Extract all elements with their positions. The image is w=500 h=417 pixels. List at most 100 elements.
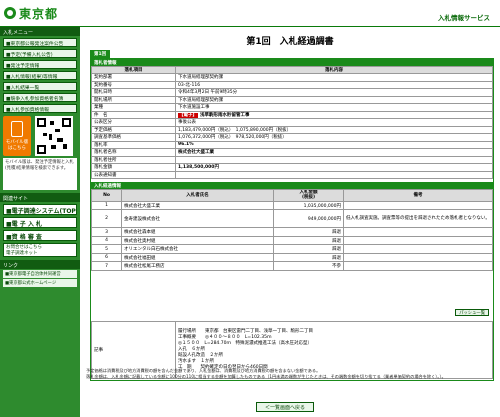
info-value: 96.1% bbox=[175, 140, 493, 149]
info-row: 落札金額 1,138,500,000円 bbox=[91, 163, 493, 172]
info-label: 開札日時 bbox=[91, 88, 176, 97]
info-label: 契約番号 bbox=[91, 80, 176, 89]
round-tab[interactable]: 第1回 bbox=[90, 50, 111, 58]
info-row: 契約番号 03-北-116 bbox=[91, 80, 493, 89]
footnote-amount: 落札金額は、入札金額に記載している金額に100分の110に相当する金額を加算した… bbox=[86, 373, 446, 379]
info-row: 開札場所 下水道局経理部契約課 bbox=[91, 95, 493, 104]
link-official-site[interactable]: ■東京都公式ホームページ bbox=[3, 279, 77, 287]
bid-note bbox=[343, 200, 493, 211]
bid-row: 2 金寿建設株式会社 949,000,000円 低入札調査実施。調査票等の提出を辞退さ… bbox=[91, 209, 493, 229]
bidder-name: 株式会社奥村組 bbox=[121, 235, 274, 246]
e-procurement-link[interactable]: ■電子調達システム(TOP) bbox=[3, 204, 77, 215]
sidebar-item-bid-results[interactable]: ■入札結果一覧 bbox=[3, 82, 77, 91]
bid-col-amount: 入札金額 (税抜) bbox=[273, 189, 344, 202]
phone-icon bbox=[11, 121, 23, 137]
tokyo-logo[interactable]: 東京都 bbox=[4, 6, 59, 21]
service-name: 入札情報サービス bbox=[438, 14, 490, 22]
mobile-button[interactable]: モバイル版 はこちら bbox=[3, 116, 31, 156]
bid-row: 5 オリエンタル白石株式会社 辞退 bbox=[91, 244, 493, 254]
bid-no: 4 bbox=[91, 235, 122, 246]
info-label: 落札金額 bbox=[91, 163, 176, 172]
info-label: 契約部署 bbox=[91, 73, 176, 82]
col-header-content: 落札内容 bbox=[175, 66, 493, 74]
info-value: 1,076,372,000円（税込） 978,520,000円（税抜） bbox=[175, 133, 493, 142]
mobile-note: モバイル版は、発注予定情報と入札(見積)結果情報を検索できます。 bbox=[3, 158, 77, 190]
info-value: 1,138,500,000円 bbox=[175, 163, 493, 172]
bid-note bbox=[343, 227, 493, 237]
bid-note bbox=[343, 252, 493, 263]
bid-no: 3 bbox=[91, 227, 122, 237]
bid-amount: 949,000,000円 bbox=[273, 209, 344, 229]
bid-row: 7 株式会社松尾工務店 不参 bbox=[91, 261, 493, 271]
logo-text: 東京都 bbox=[19, 6, 59, 21]
info-label: 落札者住所 bbox=[91, 155, 176, 164]
bid-col-name: 入札者氏名 bbox=[121, 189, 274, 202]
info-value: 事後公表 bbox=[175, 118, 493, 127]
back-to-list-button[interactable]: ＜一覧画面へ戻る bbox=[256, 402, 314, 412]
info-value: 下水道局経理部契約課 bbox=[175, 73, 493, 82]
mobile-banner[interactable]: モバイル版 はこちら bbox=[3, 116, 77, 156]
info-label: 予定価格 bbox=[91, 125, 176, 134]
info-row: 開札日時 令和4年3月2日 午前9時35分 bbox=[91, 88, 493, 97]
sidebar-item-order-plan[interactable]: ■発注予定情報 bbox=[3, 60, 77, 69]
sidebar-item-preliminary[interactable]: ■予定(予備入札公告) bbox=[3, 49, 77, 58]
info-label: 公表通知書 bbox=[91, 170, 176, 179]
info-value: 03-北-116 bbox=[175, 80, 493, 89]
bid-no: 1 bbox=[91, 200, 122, 211]
bid-amount: 辞退 bbox=[273, 252, 344, 263]
mobile-sub: はこちら bbox=[8, 146, 26, 151]
bid-amount: 辞退 bbox=[273, 235, 344, 246]
link-e-government[interactable]: ■東京都電子自治体共同運営 bbox=[3, 270, 77, 278]
bid-row: 6 株式会社福田組 辞退 bbox=[91, 252, 493, 263]
bid-row: 4 株式会社奥村組 辞退 bbox=[91, 235, 493, 246]
contact-banner[interactable]: お問合せはこちら 電子調達ネット bbox=[3, 243, 77, 257]
bid-row: 1 株式会社大盛工業 1,035,000,000円 bbox=[91, 200, 493, 211]
bid-col-note: 備考 bbox=[343, 189, 493, 202]
bid-amount: 不参 bbox=[273, 261, 344, 271]
info-row: 公表通知書 bbox=[91, 170, 493, 179]
bid-no: 5 bbox=[91, 244, 122, 254]
sidebar-item-qualification[interactable]: ■入札参加資格情報 bbox=[3, 104, 77, 113]
col-header-item: 落札項目 bbox=[91, 66, 176, 74]
bid-note bbox=[343, 235, 493, 246]
sidebar-item-qualified-list[interactable]: ■競争入札参加資格者名簿 bbox=[3, 93, 77, 102]
sidebar: 入札メニュー ■東京都公報発注案件公告 ■予定(予備入札公告) ■発注予定情報 … bbox=[0, 27, 80, 417]
info-row: 予定価格 1,183,479,000円（税込） 1,075,890,000円（税抜… bbox=[91, 125, 493, 134]
bid-note bbox=[343, 261, 493, 271]
info-label: 落札者名称 bbox=[91, 148, 176, 157]
main-content: 第1回 入札経過調書 第1回 落札者情報 落札項目 落札内容 契約部署 下水道局経… bbox=[86, 28, 494, 417]
info-row: 契約部署 下水道局経理部契約課 bbox=[91, 73, 493, 82]
bid-row: 3 株式会社森本組 辞退 bbox=[91, 227, 493, 237]
electronic-tag: 【電子】 bbox=[178, 112, 198, 118]
info-value: 下水道施設工事 bbox=[175, 103, 493, 112]
bid-col-no: No bbox=[91, 189, 122, 202]
info-label: 落札率 bbox=[91, 140, 176, 149]
bid-no: 6 bbox=[91, 252, 122, 263]
info-value: 株式会社大盛工業 bbox=[175, 148, 493, 157]
bid-note bbox=[343, 244, 493, 254]
e-bidding-link[interactable]: ■電 子 入 札 bbox=[3, 217, 77, 228]
bidder-name: 株式会社松尾工務店 bbox=[121, 261, 274, 271]
bid-no: 2 bbox=[91, 209, 122, 229]
site-header: 東京都 入札情報サービス bbox=[0, 0, 500, 27]
info-row: 業種 下水道施設工事 bbox=[91, 103, 493, 112]
info-row: 調査基準価格 1,076,372,000円（税込） 978,520,000円（税抜… bbox=[91, 133, 493, 142]
page-title: 第1回 入札経過調書 bbox=[246, 37, 334, 47]
info-label: 公表区分 bbox=[91, 118, 176, 127]
bid-section-header: 入札経過情報 bbox=[91, 182, 493, 189]
qualification-review-link[interactable]: ■資 格 審 査 bbox=[3, 230, 77, 241]
bidder-name: オリエンタル白石株式会社 bbox=[121, 244, 274, 254]
bidder-list-button[interactable]: パッシュ一覧 bbox=[455, 309, 489, 316]
sidebar-item-public-notice[interactable]: ■東京都公報発注案件公告 bbox=[3, 38, 77, 47]
bidder-name: 株式会社大盛工業 bbox=[121, 200, 274, 211]
info-value: 令和4年3月2日 午前9時35分 bbox=[175, 88, 493, 97]
info-row: 公表区分 事後公表 bbox=[91, 118, 493, 127]
info-value bbox=[175, 155, 493, 164]
info-row: 落札率 96.1% bbox=[91, 140, 493, 149]
bid-amount: 辞退 bbox=[273, 244, 344, 254]
bidder-name: 株式会社森本組 bbox=[121, 227, 274, 237]
winner-table: 落札項目 落札内容 契約部署 下水道局経理部契約課 契約番号 03-北-116 開札日時… bbox=[91, 66, 493, 179]
sidebar-item-bid-info[interactable]: ■入札情報(結果)等情報 bbox=[3, 71, 77, 80]
tokyo-emblem-icon bbox=[4, 7, 16, 19]
bid-amount: 1,035,000,000円 bbox=[273, 200, 344, 211]
